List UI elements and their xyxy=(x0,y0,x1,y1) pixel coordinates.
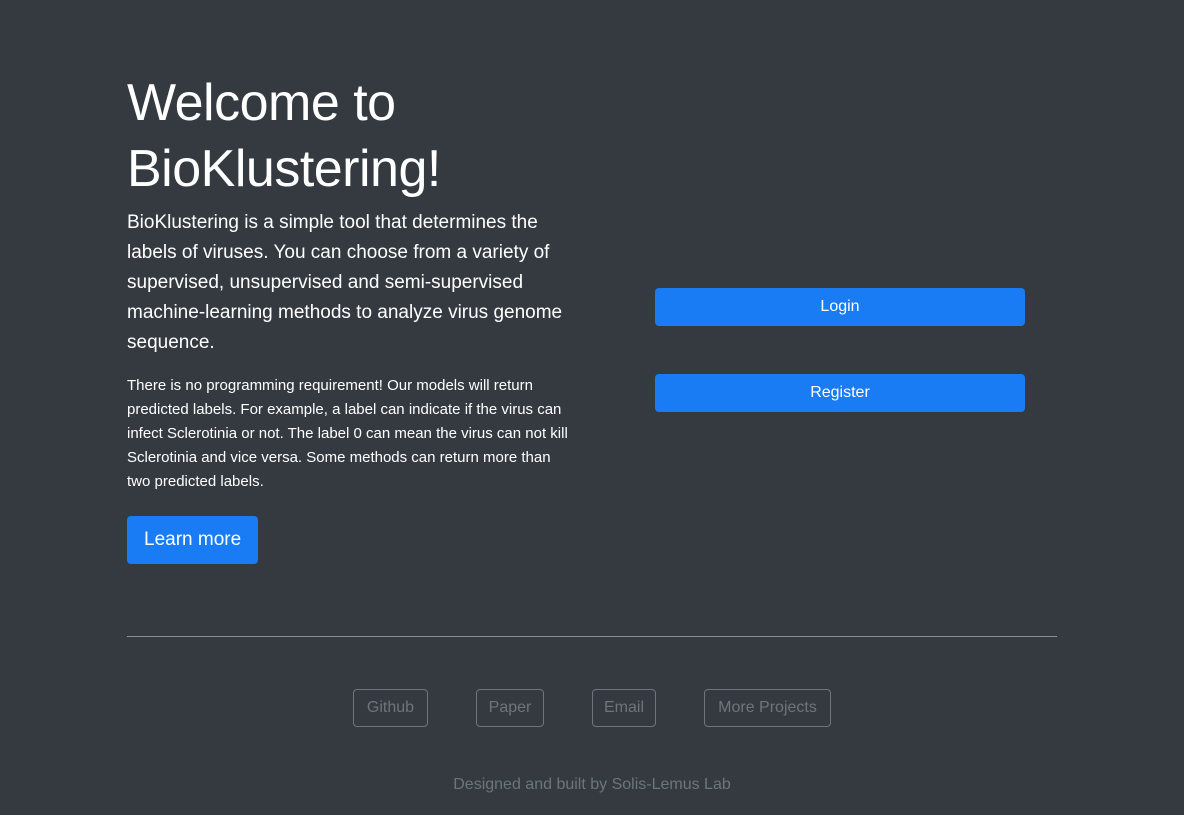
register-button[interactable]: Register xyxy=(655,374,1025,412)
footer-credit: Designed and built by Solis-Lemus Lab xyxy=(453,776,731,793)
email-link[interactable]: Email xyxy=(592,689,656,727)
github-link[interactable]: Github xyxy=(353,689,428,727)
divider xyxy=(127,636,1057,637)
description-text: There is no programming requirement! Our… xyxy=(127,377,568,490)
footer-links: Github Paper Email More Projects xyxy=(0,689,1184,727)
learn-more-button[interactable]: Learn more xyxy=(127,516,259,564)
paper-link[interactable]: Paper xyxy=(476,689,544,727)
login-button[interactable]: Login xyxy=(655,288,1025,326)
page-title: Welcome to BioKlustering! xyxy=(127,74,441,198)
lead-text: BioKlustering is a simple tool that dete… xyxy=(127,212,563,353)
more-projects-link[interactable]: More Projects xyxy=(704,689,831,727)
hero-section: Welcome to BioKlustering! BioKlustering … xyxy=(127,70,577,564)
